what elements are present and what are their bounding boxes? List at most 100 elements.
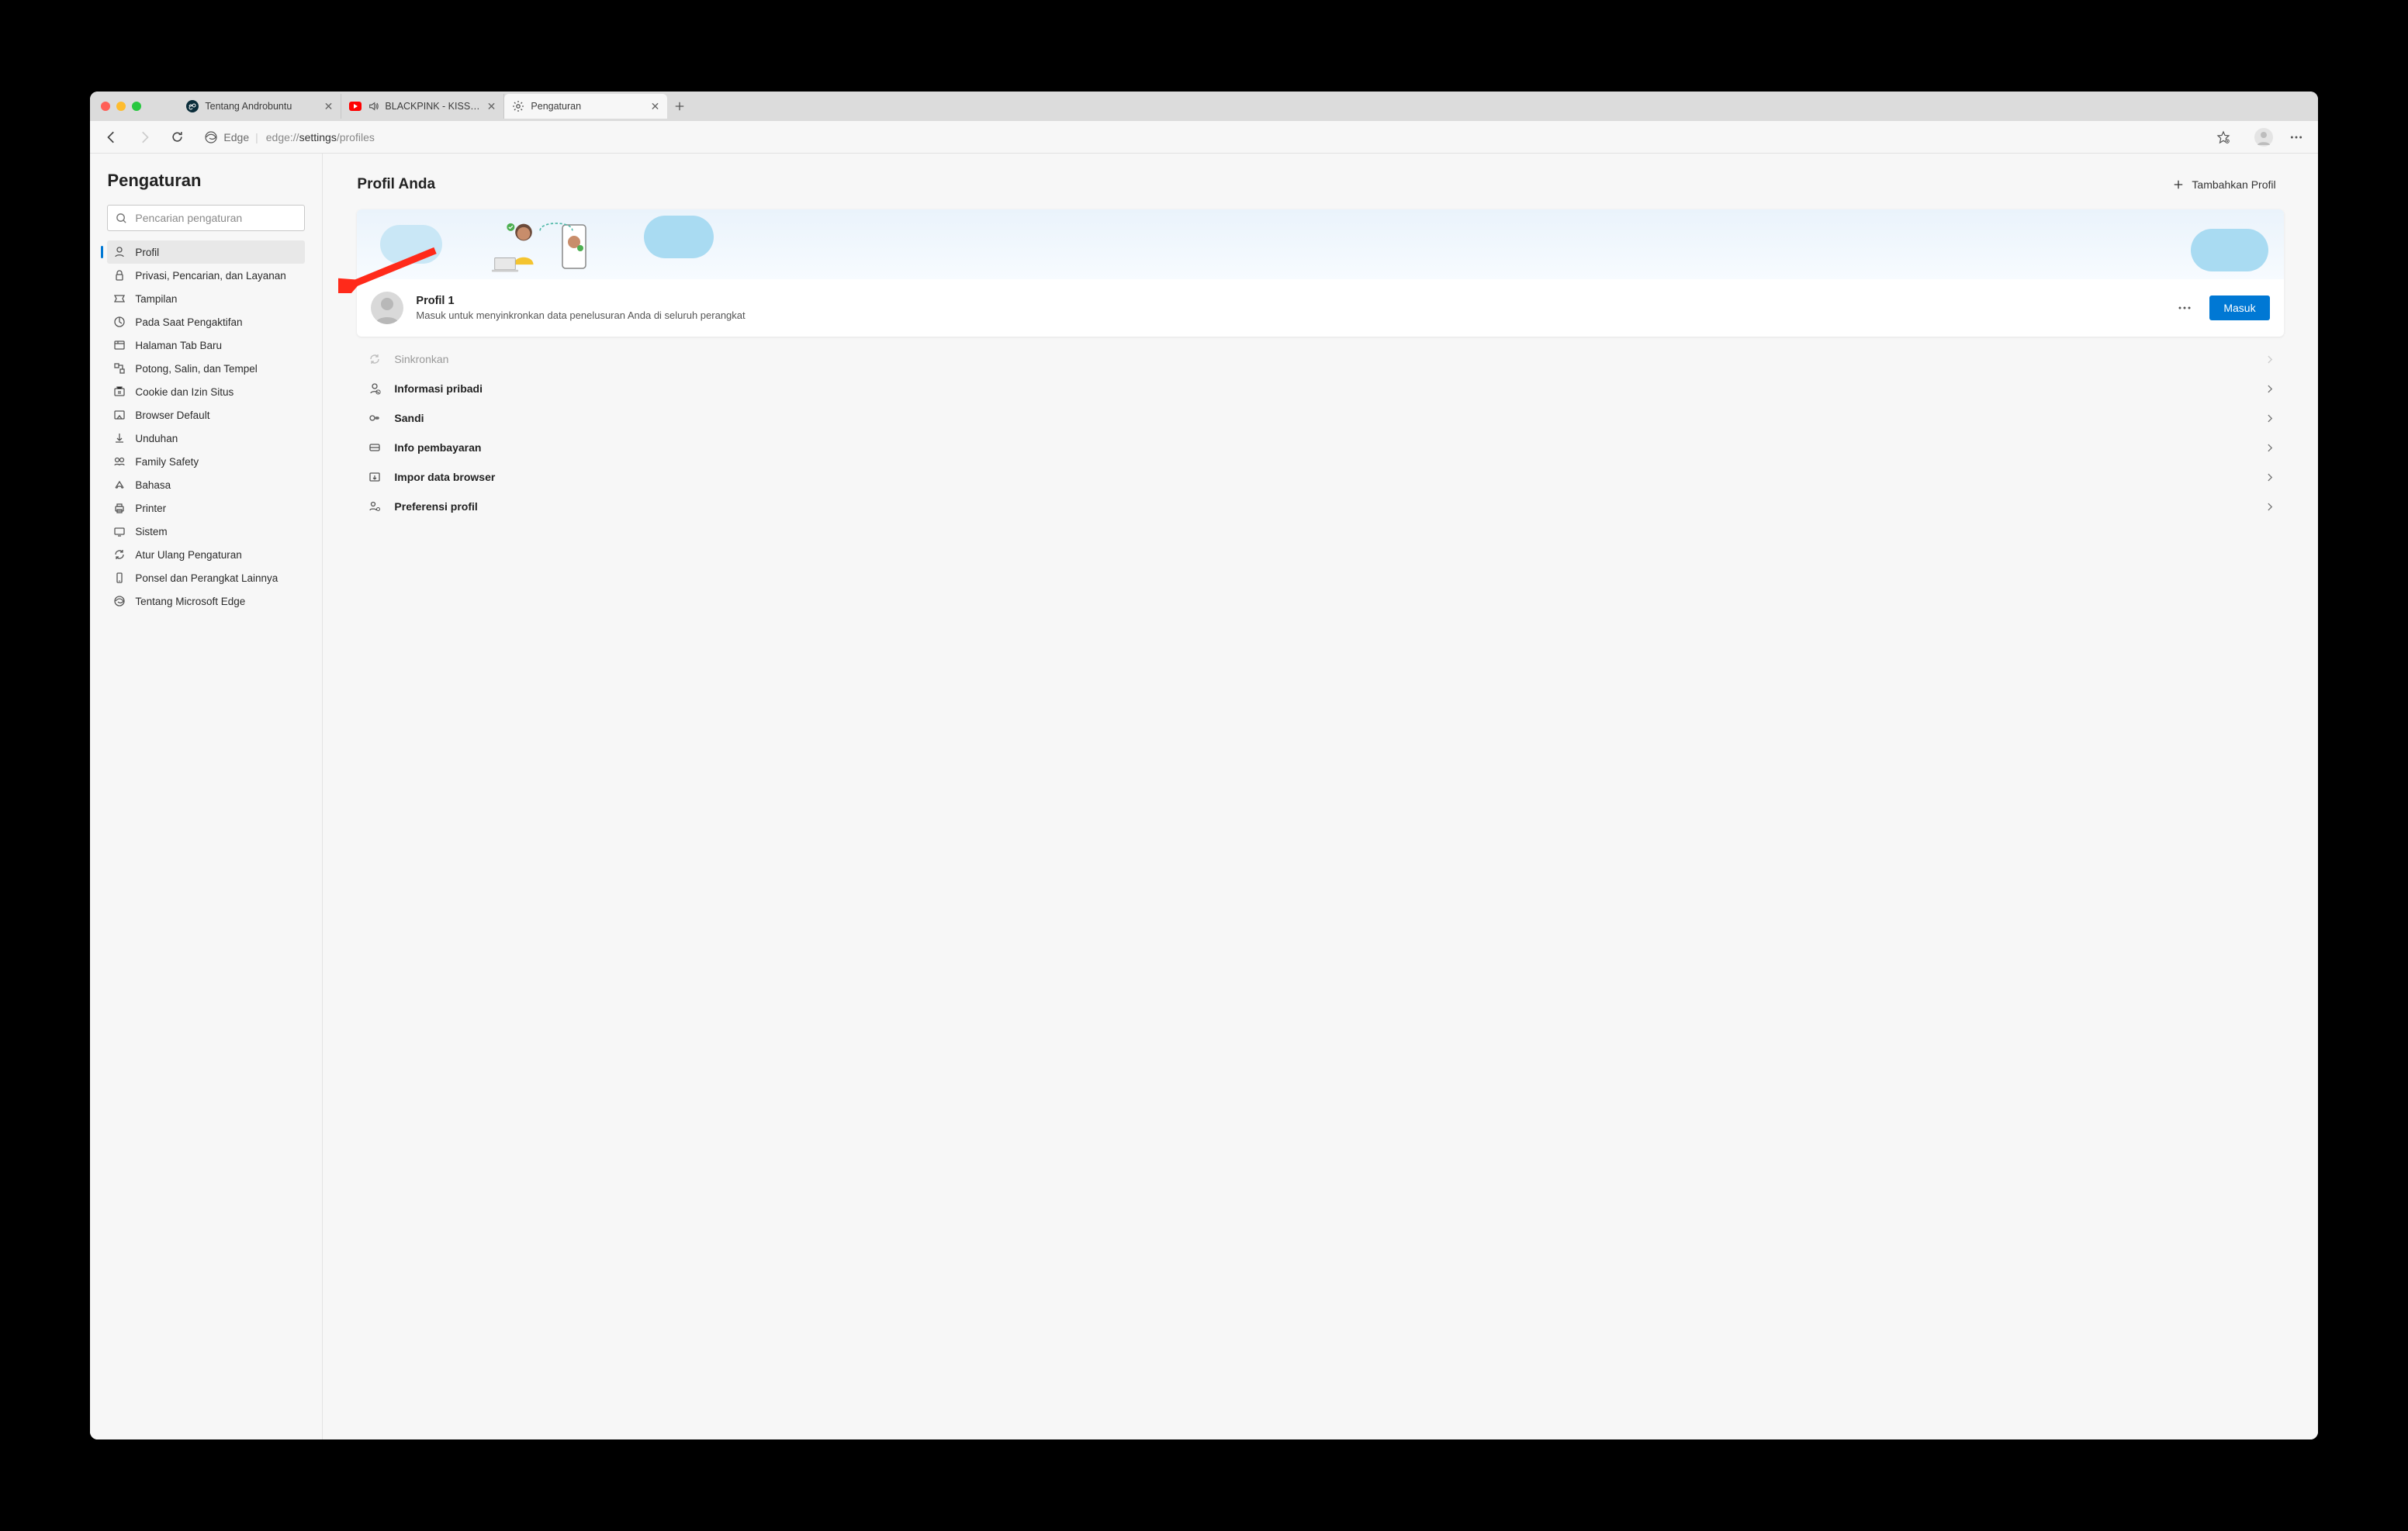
url-text: edge://settings/profiles <box>266 131 375 143</box>
profile-description: Masuk untuk menyinkronkan data penelusur… <box>416 309 2160 321</box>
sidebar-item[interactable]: Bahasa <box>107 473 305 496</box>
minimize-window-button[interactable] <box>116 102 126 111</box>
chevron-right-icon <box>2268 385 2273 393</box>
sidebar-item[interactable]: Atur Ulang Pengaturan <box>107 543 305 566</box>
nav-icon <box>113 292 126 305</box>
nav-icon <box>113 269 126 282</box>
sidebar-item[interactable]: Profil <box>107 240 305 264</box>
sidebar-item[interactable]: Printer <box>107 496 305 520</box>
add-profile-label: Tambahkan Profil <box>2192 178 2275 191</box>
forward-button[interactable] <box>132 125 157 150</box>
new-tab-button[interactable] <box>667 94 692 119</box>
settings-row[interactable]: Preferensi profil <box>357 492 2283 521</box>
profile-more-button[interactable] <box>2172 303 2197 313</box>
sidebar-item[interactable]: Halaman Tab Baru <box>107 334 305 357</box>
nav-icon <box>113 432 126 444</box>
row-icon <box>368 352 382 366</box>
address-bar[interactable]: Edge | edge://settings/profiles <box>197 125 2243 150</box>
settings-row[interactable]: Info pembayaran <box>357 433 2283 462</box>
audio-icon[interactable] <box>368 100 379 112</box>
sidebar-item-label: Cookie dan Izin Situs <box>135 386 234 398</box>
tab-label: Pengaturan <box>531 101 644 112</box>
maximize-window-button[interactable] <box>132 102 141 111</box>
infinity-favicon <box>186 100 199 112</box>
sidebar-item[interactable]: Pada Saat Pengaktifan <box>107 310 305 334</box>
close-window-button[interactable] <box>101 102 110 111</box>
site-identity[interactable]: Edge | <box>205 131 258 143</box>
refresh-button[interactable] <box>164 125 189 150</box>
close-tab-icon[interactable]: ✕ <box>324 101 334 112</box>
page-title: Profil Anda <box>357 176 435 193</box>
nav-icon <box>113 479 126 491</box>
chevron-right-icon <box>2268 414 2273 423</box>
back-button[interactable] <box>99 125 124 150</box>
close-tab-icon[interactable]: ✕ <box>651 101 660 112</box>
profile-name: Profil 1 <box>416 295 2160 307</box>
gear-favicon <box>512 100 524 112</box>
illustration-sync-arrows <box>537 214 576 234</box>
sidebar-item-label: Profil <box>135 247 159 258</box>
settings-search[interactable] <box>107 205 305 231</box>
tab-label: BLACKPINK - KISS AND M <box>385 101 480 112</box>
settings-row[interactable]: Informasi pribadi <box>357 374 2283 403</box>
sidebar-item[interactable]: Ponsel dan Perangkat Lainnya <box>107 566 305 589</box>
youtube-favicon <box>349 100 362 112</box>
nav-icon <box>113 316 126 328</box>
more-button[interactable] <box>2284 125 2309 150</box>
row-label: Sinkronkan <box>394 353 2254 365</box>
add-profile-button[interactable]: Tambahkan Profil <box>2165 174 2283 195</box>
sidebar-item[interactable]: Unduhan <box>107 427 305 450</box>
settings-nav: Profil Privasi, Pencarian, dan LayananTam… <box>107 240 305 613</box>
favorites-button[interactable] <box>2211 125 2236 150</box>
sidebar-item-label: Browser Default <box>135 410 209 421</box>
nav-icon <box>113 595 126 607</box>
toolbar: Edge | edge://settings/profiles <box>90 121 2317 154</box>
sidebar-item-label: Halaman Tab Baru <box>135 340 222 351</box>
close-tab-icon[interactable]: ✕ <box>487 101 496 112</box>
profile-settings-list: Sinkronkan Informasi pribadi Sandi Info pem… <box>357 344 2283 521</box>
settings-main: Profil Anda Tambahkan Profil <box>323 154 2317 1439</box>
site-identity-label: Edge <box>223 131 249 143</box>
sidebar-item[interactable]: Privasi, Pencarian, dan Layanan <box>107 264 305 287</box>
settings-row[interactable]: Sandi <box>357 403 2283 433</box>
avatar <box>371 292 403 324</box>
nav-icon <box>113 525 126 537</box>
signin-button[interactable]: Masuk <box>2209 295 2269 320</box>
sidebar-item-label: Tentang Microsoft Edge <box>135 596 245 607</box>
account-button[interactable] <box>2251 125 2276 150</box>
sidebar-item[interactable]: Potong, Salin, dan Tempel <box>107 357 305 380</box>
nav-icon <box>113 339 126 351</box>
sidebar-title: Pengaturan <box>107 171 305 191</box>
nav-icon <box>113 246 126 258</box>
nav-icon <box>113 455 126 468</box>
sidebar-item[interactable]: Sistem <box>107 520 305 543</box>
sidebar-item[interactable]: Family Safety <box>107 450 305 473</box>
nav-icon <box>113 502 126 514</box>
window-controls <box>101 102 141 111</box>
nav-icon <box>113 572 126 584</box>
chevron-right-icon <box>2268 444 2273 452</box>
tab-youtube[interactable]: BLACKPINK - KISS AND M ✕ <box>341 94 504 119</box>
sidebar-item-label: Bahasa <box>135 479 171 491</box>
row-icon <box>368 411 382 425</box>
nav-icon <box>113 548 126 561</box>
sidebar-item[interactable]: Tampilan <box>107 287 305 310</box>
settings-search-input[interactable] <box>135 212 296 224</box>
sidebar-item[interactable]: Browser Default <box>107 403 305 427</box>
tab-androbuntu[interactable]: Tentang Androbuntu ✕ <box>178 94 341 119</box>
row-label: Sandi <box>394 412 2254 424</box>
sidebar-item-label: Unduhan <box>135 433 178 444</box>
tab-settings[interactable]: Pengaturan ✕ <box>504 94 667 119</box>
row-icon <box>368 441 382 454</box>
settings-row[interactable]: Impor data browser <box>357 462 2283 492</box>
sidebar-item[interactable]: Cookie dan Izin Situs <box>107 380 305 403</box>
settings-row: Sinkronkan <box>357 344 2283 374</box>
browser-window: Tentang Androbuntu ✕ BLACKPINK - KISS AN… <box>90 92 2317 1439</box>
row-label: Informasi pribadi <box>394 382 2254 395</box>
sidebar-item-label: Sistem <box>135 526 167 537</box>
search-icon <box>116 213 127 224</box>
sidebar-item-label: Atur Ulang Pengaturan <box>135 549 241 561</box>
sidebar-item-label: Pada Saat Pengaktifan <box>135 316 242 328</box>
sidebar-item[interactable]: Tentang Microsoft Edge <box>107 589 305 613</box>
row-icon <box>368 470 382 484</box>
